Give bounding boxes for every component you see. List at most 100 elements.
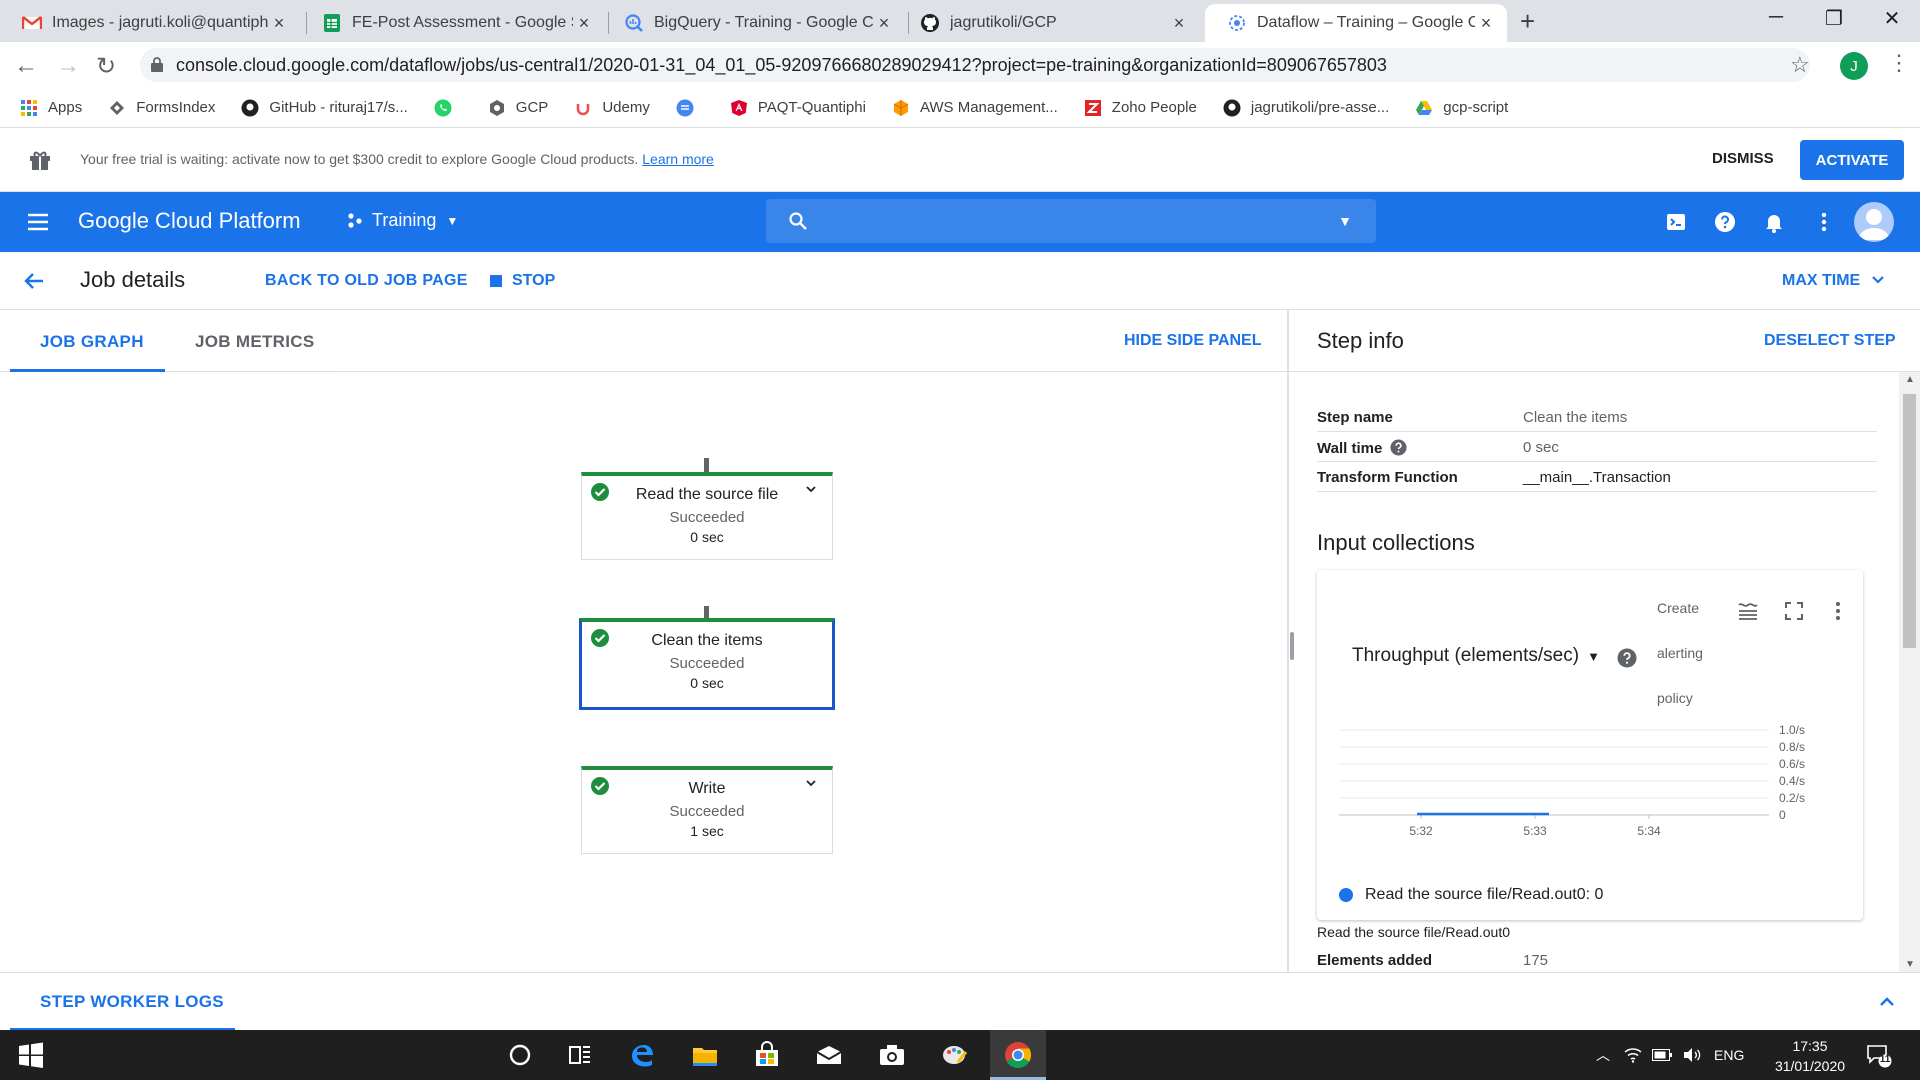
- chart-legend[interactable]: Read the source file/Read.out0: 0: [1339, 886, 1603, 904]
- bookmark-apps[interactable]: Apps: [20, 99, 82, 117]
- hamburger-menu-icon[interactable]: [26, 210, 50, 234]
- chrome-icon[interactable]: [1003, 1040, 1033, 1070]
- bookmark-formsindex[interactable]: FormsIndex: [108, 99, 215, 117]
- max-time-dropdown[interactable]: MAX TIME: [1782, 272, 1885, 290]
- battery-icon[interactable]: [1652, 1049, 1672, 1061]
- x-tick-label: 5:32: [1409, 824, 1433, 838]
- clock[interactable]: 17:35 31/01/2020: [1765, 1036, 1855, 1076]
- bookmark-udemy[interactable]: Udemy: [574, 99, 650, 117]
- more-vert-icon[interactable]: [1812, 210, 1836, 234]
- chrome-menu-icon[interactable]: ⋮: [1888, 50, 1910, 76]
- close-icon[interactable]: ×: [1168, 13, 1190, 34]
- hide-side-panel-button[interactable]: HIDE SIDE PANEL: [1124, 332, 1262, 350]
- search-input[interactable]: ▼: [766, 199, 1376, 243]
- help-icon[interactable]: [1617, 648, 1637, 668]
- cortana-search-icon[interactable]: [505, 1040, 535, 1070]
- cloud-shell-icon[interactable]: [1664, 210, 1688, 234]
- alerting-policy-text[interactable]: policy: [1657, 690, 1693, 706]
- edge-browser-icon[interactable]: [627, 1040, 657, 1070]
- step-worker-logs-tab[interactable]: STEP WORKER LOGS: [40, 992, 224, 1012]
- alerting-policy-text[interactable]: alerting: [1657, 645, 1703, 661]
- mail-icon[interactable]: [814, 1040, 844, 1070]
- expand-chevron-icon[interactable]: [804, 482, 818, 496]
- graph-node-read-source[interactable]: Read the source file Succeeded 0 sec: [581, 472, 833, 560]
- deselect-step-button[interactable]: DESELECT STEP: [1764, 332, 1896, 350]
- tab-job-graph[interactable]: JOB GRAPH: [40, 332, 144, 352]
- language-indicator[interactable]: ENG: [1714, 1047, 1744, 1063]
- close-icon[interactable]: ×: [1475, 13, 1497, 34]
- bookmark-paqt[interactable]: PAQT-Quantiphi: [730, 99, 866, 117]
- scrollbar-thumb[interactable]: [1903, 394, 1916, 648]
- panel-scrollbar[interactable]: ▲ ▼: [1899, 372, 1920, 972]
- job-details-bar: Job details BACK TO OLD JOB PAGE STOP MA…: [0, 252, 1920, 310]
- project-selector[interactable]: Training ▼: [346, 210, 458, 231]
- google-docs-icon: [676, 99, 694, 116]
- browser-tab[interactable]: jagrutikoli/GCP ×: [898, 4, 1200, 42]
- bookmark-star-icon[interactable]: ☆: [1790, 52, 1810, 78]
- metric-selector[interactable]: Throughput (elements/sec) ▼: [1352, 645, 1600, 667]
- bookmark-whatsapp[interactable]: [434, 99, 462, 117]
- more-vert-icon[interactable]: [1827, 600, 1849, 622]
- browser-tab[interactable]: BigQuery - Training - Google Clo ×: [602, 4, 905, 42]
- bookmark-aws[interactable]: AWS Management...: [892, 99, 1058, 117]
- new-tab-icon[interactable]: +: [1520, 6, 1535, 37]
- bookmark-gcp-script[interactable]: gcp-script: [1415, 99, 1508, 117]
- tab-job-metrics[interactable]: JOB METRICS: [195, 332, 314, 352]
- scroll-up-icon[interactable]: ▲: [1905, 374, 1915, 385]
- activate-button[interactable]: ACTIVATE: [1800, 140, 1904, 180]
- back-arrow-icon[interactable]: [22, 269, 46, 293]
- close-icon[interactable]: ×: [268, 13, 290, 34]
- create-alerting-policy-link[interactable]: Create: [1657, 600, 1699, 616]
- task-view-icon[interactable]: [565, 1040, 595, 1070]
- browser-tab[interactable]: FE-Post Assessment - Google She ×: [300, 4, 605, 42]
- minimize-icon[interactable]: ─: [1756, 6, 1796, 29]
- bookmark-github-rituraj[interactable]: GitHub - rituraj17/s...: [241, 99, 408, 117]
- browser-tab-title: Dataflow – Training – Google Clo: [1257, 14, 1475, 31]
- camera-icon[interactable]: [877, 1040, 907, 1070]
- close-icon[interactable]: ×: [573, 13, 595, 34]
- notifications-bell-icon[interactable]: [1762, 210, 1786, 234]
- legend-toggle-icon[interactable]: [1737, 600, 1759, 622]
- job-graph-canvas[interactable]: Read the source file Succeeded 0 sec Cle…: [0, 372, 1287, 972]
- window-close-icon[interactable]: ✕: [1872, 6, 1912, 31]
- bookmark-gcp[interactable]: GCP: [488, 99, 548, 117]
- profile-avatar[interactable]: J: [1840, 52, 1868, 80]
- restore-icon[interactable]: ❐: [1814, 6, 1854, 31]
- file-explorer-icon[interactable]: [690, 1040, 720, 1070]
- url-field[interactable]: console.cloud.google.com/dataflow/jobs/u…: [140, 48, 1810, 82]
- paint-icon[interactable]: [940, 1040, 970, 1070]
- reload-icon[interactable]: ↻: [96, 52, 116, 81]
- volume-icon[interactable]: [1682, 1047, 1702, 1063]
- dismiss-button[interactable]: DISMISS: [1712, 150, 1774, 167]
- action-center[interactable]: 11: [1866, 1042, 1892, 1068]
- scroll-down-icon[interactable]: ▼: [1905, 959, 1915, 970]
- help-icon[interactable]: [1390, 439, 1407, 456]
- search-dropdown-icon[interactable]: ▼: [1338, 213, 1352, 229]
- fullscreen-icon[interactable]: [1783, 600, 1805, 622]
- browser-tab-title: jagrutikoli/GCP: [950, 14, 1057, 31]
- windows-start-icon[interactable]: [16, 1040, 46, 1070]
- help-icon[interactable]: [1713, 210, 1737, 234]
- forward-icon[interactable]: →: [56, 52, 80, 80]
- expand-up-icon[interactable]: [1876, 991, 1898, 1013]
- bookmark-github-jagrutikoli[interactable]: jagrutikoli/pre-asse...: [1223, 99, 1389, 117]
- learn-more-link[interactable]: Learn more: [642, 151, 714, 167]
- throughput-chart[interactable]: 1.0/s 0.8/s 0.6/s 0.4/s 0.2/s 0 5:32 5:33 5:34: [1317, 720, 1863, 880]
- y-tick-label: 0.4/s: [1779, 774, 1805, 788]
- back-to-old-job-page-button[interactable]: BACK TO OLD JOB PAGE: [265, 272, 468, 290]
- close-icon[interactable]: ×: [873, 13, 895, 34]
- browser-tab-active[interactable]: Dataflow – Training – Google Clo ×: [1205, 4, 1507, 42]
- store-icon[interactable]: [752, 1040, 782, 1070]
- wifi-icon[interactable]: [1624, 1047, 1642, 1063]
- graph-node-write[interactable]: Write Succeeded 1 sec: [581, 766, 833, 854]
- expand-chevron-icon[interactable]: [804, 776, 818, 790]
- account-avatar[interactable]: [1854, 202, 1894, 242]
- browser-tab[interactable]: Images - jagruti.koli@quantiphi.c ×: [0, 4, 300, 42]
- bookmark-docs[interactable]: [676, 99, 704, 117]
- back-icon[interactable]: ←: [14, 52, 38, 80]
- graph-node-clean-items[interactable]: Clean the items Succeeded 0 sec: [579, 618, 835, 710]
- show-hidden-icons-icon[interactable]: ︿: [1596, 1045, 1610, 1065]
- bookmark-zoho[interactable]: Zoho People: [1084, 99, 1197, 117]
- stop-button[interactable]: STOP: [490, 272, 555, 290]
- gcp-title[interactable]: Google Cloud Platform: [78, 208, 301, 234]
